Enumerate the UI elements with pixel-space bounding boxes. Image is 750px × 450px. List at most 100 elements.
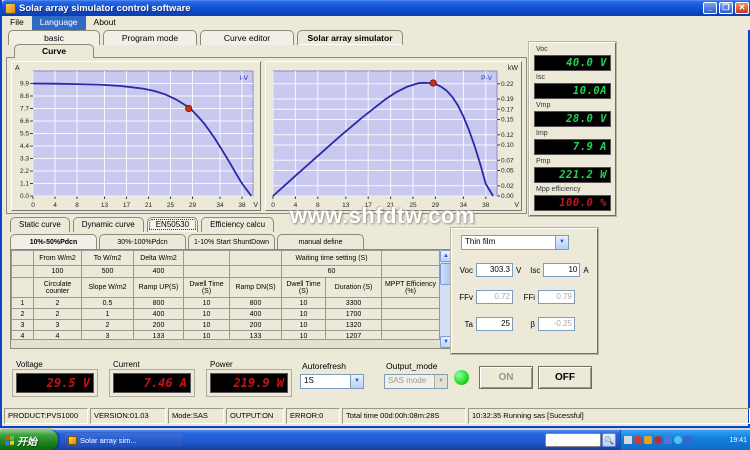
minimize-button[interactable]: _ (703, 2, 717, 14)
table-cell[interactable] (230, 266, 282, 278)
autorefresh-select[interactable]: 1S ▼ (300, 374, 364, 389)
app-icon (5, 3, 16, 14)
table-cell[interactable]: 2 (82, 320, 134, 331)
field-label-β: β (519, 320, 535, 329)
table-cell[interactable]: 1700 (326, 309, 382, 320)
table-cell[interactable]: 400 (230, 309, 282, 320)
table-row: 120.580010800103300 (12, 298, 440, 309)
tab-en50530[interactable]: EN50530 (147, 217, 198, 232)
pv-technology-value: Thin film (465, 237, 495, 246)
field-label-voc: Voc (457, 266, 473, 275)
subtab-30-100-pdcn[interactable]: 30%-100%Pdcn (99, 234, 186, 250)
tray-icon[interactable] (644, 436, 652, 444)
model-field-row: Voc303.3VIsc10A (457, 263, 592, 277)
svg-text:3.3: 3.3 (20, 156, 29, 163)
svg-text:I-V: I-V (240, 75, 249, 82)
table-cell[interactable]: 200 (134, 320, 184, 331)
field-ffi: 0.79 (538, 290, 575, 304)
table-cell[interactable] (382, 298, 440, 309)
table-cell[interactable] (12, 266, 34, 278)
tab-static-curve[interactable]: Static curve (10, 217, 70, 232)
table-cell[interactable]: 10 (282, 320, 326, 331)
table-cell[interactable]: 500 (82, 266, 134, 278)
table-cell[interactable] (382, 266, 440, 278)
tab-program-mode[interactable]: Program mode (103, 30, 197, 45)
table-cell[interactable]: 10 (184, 309, 230, 320)
tray-icon[interactable] (654, 436, 662, 444)
svg-text:29: 29 (189, 202, 197, 209)
field-ta[interactable]: 25 (476, 317, 513, 331)
menu-about[interactable]: About (86, 16, 124, 30)
table-cell[interactable] (382, 309, 440, 320)
windows-flag-icon (5, 435, 14, 445)
table-cell[interactable]: 10 (184, 320, 230, 331)
table-cell[interactable]: 3 (12, 320, 34, 331)
table-cell[interactable]: 1 (82, 309, 134, 320)
field-isc[interactable]: 10 (543, 263, 580, 277)
tab-solar-array-simulator[interactable]: Solar array simulator (297, 30, 403, 45)
status-bar: PRODUCT:PVS1000VERSION:01.03Mode:SASOUTP… (4, 407, 750, 425)
table-cell[interactable]: 3 (34, 320, 82, 331)
table-cell[interactable]: 10 (282, 298, 326, 309)
tray-icon[interactable] (684, 436, 692, 444)
subtab-manual-define[interactable]: manual define (277, 234, 364, 250)
table-cell[interactable] (184, 266, 230, 278)
language-bar[interactable] (545, 433, 601, 447)
volume-icon[interactable] (624, 436, 632, 444)
tab-dynamic-curve[interactable]: Dynamic curve (73, 217, 144, 232)
pv-technology-select[interactable]: Thin film ▼ (461, 235, 569, 250)
table-cell[interactable]: 10 (184, 298, 230, 309)
svg-text:34: 34 (216, 202, 224, 209)
table-cell[interactable]: 200 (230, 320, 282, 331)
table-cell[interactable]: 100 (34, 266, 82, 278)
start-button[interactable]: 开始 (0, 430, 58, 450)
table-row: 100500400 60 (12, 266, 440, 278)
output-mode-select: SAS mode ▼ (384, 374, 448, 389)
chevron-down-icon[interactable]: ▼ (350, 375, 363, 388)
close-button[interactable]: ✕ (735, 2, 749, 14)
table-cell[interactable]: 10 (282, 309, 326, 320)
table-header-cell: Ramp DN(S) (230, 278, 282, 298)
off-button[interactable]: OFF (538, 366, 592, 389)
table-cell[interactable]: 800 (230, 298, 282, 309)
field-voc[interactable]: 303.3 (476, 263, 513, 277)
table-cell[interactable]: 400 (134, 309, 184, 320)
tab-efficiency-calcu[interactable]: Efficiency calcu (201, 217, 274, 232)
lcd-group-pmp: Pmp221.2 W (534, 157, 611, 185)
table-cell[interactable]: 400 (134, 266, 184, 278)
table-horizontal-scrollbar[interactable] (11, 339, 440, 348)
field-unit: A (583, 266, 588, 275)
tray-icon[interactable] (664, 436, 672, 444)
svg-text:8.8: 8.8 (20, 93, 29, 100)
subtab-10-50-pdcn[interactable]: 10%-50%Pdcn (10, 234, 97, 250)
table-cell[interactable]: 3300 (326, 298, 382, 309)
tray-icon[interactable] (634, 436, 642, 444)
table-header-cell: To W/m2 (82, 251, 134, 266)
tab-curve-editor[interactable]: Curve editor (200, 30, 294, 45)
chevron-down-icon[interactable]: ▼ (555, 236, 568, 249)
status-segment: OUTPUT:ON (226, 408, 284, 424)
table-header-cell (184, 251, 230, 266)
menu-language[interactable]: Language (32, 16, 86, 30)
table-cell[interactable]: 2 (12, 309, 34, 320)
maximize-button[interactable]: ❐ (719, 2, 733, 14)
table-header-cell: Waiting time setting (S) (282, 251, 382, 266)
tab-basic[interactable]: basic (8, 30, 100, 45)
taskbar-item-solar-app[interactable]: Solar array sim... (64, 432, 184, 448)
tab-curve[interactable]: Curve (14, 44, 94, 58)
subtab-1-10-start-shuntdown[interactable]: 1-10% Start ShuntDown (188, 234, 275, 250)
table-cell[interactable]: 2 (34, 309, 82, 320)
magnifier-icon[interactable]: 🔍 (602, 433, 616, 447)
field-label-ffi: FFi (519, 293, 535, 302)
table-cell[interactable]: 1320 (326, 320, 382, 331)
tray-icon[interactable] (674, 436, 682, 444)
table-cell[interactable] (382, 320, 440, 331)
menu-file[interactable]: File (2, 16, 32, 30)
table-cell[interactable]: 800 (134, 298, 184, 309)
current-meter: Current 7.46 A (107, 360, 198, 400)
table-cell[interactable]: 60 (282, 266, 382, 278)
start-label: 开始 (17, 433, 37, 448)
table-cell[interactable]: 0.5 (82, 298, 134, 309)
table-cell[interactable]: 2 (34, 298, 82, 309)
table-cell[interactable]: 1 (12, 298, 34, 309)
